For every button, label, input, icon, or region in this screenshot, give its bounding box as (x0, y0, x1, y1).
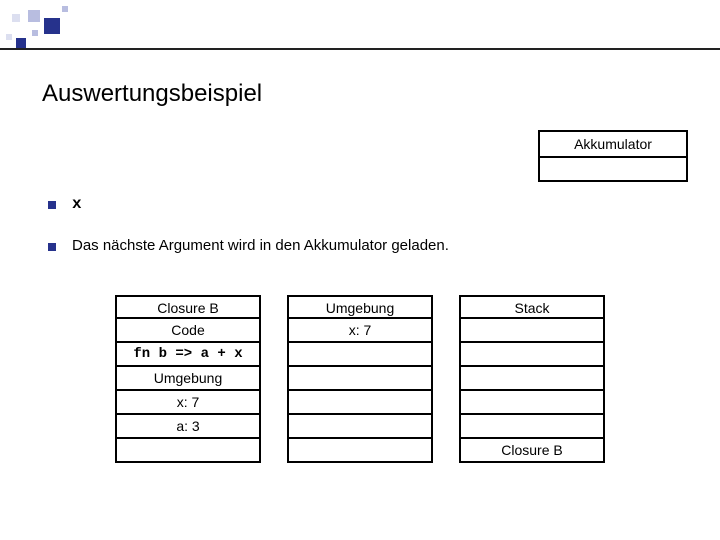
stack-header: Stack (459, 295, 605, 319)
bullet-list: x Das nächste Argument wird in den Akkum… (48, 195, 680, 278)
bullet-icon (48, 201, 56, 209)
closure-cell: Code (115, 319, 261, 343)
umgebung-cell (287, 343, 433, 367)
page-title: Auswertungsbeispiel (42, 80, 262, 108)
closure-column: Closure B Code fn b => a + x Umgebung x:… (115, 295, 261, 463)
stack-cell (459, 391, 605, 415)
umgebung-cell (287, 439, 433, 463)
tables-row: Closure B Code fn b => a + x Umgebung x:… (0, 295, 720, 463)
closure-cell: x: 7 (115, 391, 261, 415)
top-divider (0, 48, 720, 50)
bullet-icon (48, 243, 56, 251)
closure-cell (115, 439, 261, 463)
stack-cell (459, 343, 605, 367)
bullet-item: Das nächste Argument wird in den Akkumul… (48, 237, 680, 254)
umgebung-cell (287, 367, 433, 391)
bullet-text: Das nächste Argument wird in den Akkumul… (72, 237, 449, 254)
closure-cell: Umgebung (115, 367, 261, 391)
umgebung-cell (287, 391, 433, 415)
stack-cell (459, 319, 605, 343)
umgebung-column: Umgebung x: 7 (287, 295, 433, 463)
closure-cell: a: 3 (115, 415, 261, 439)
stack-cell (459, 367, 605, 391)
closure-code-cell: fn b => a + x (115, 343, 261, 367)
akkumulator-box: Akkumulator (538, 130, 688, 182)
corner-decoration (4, 4, 84, 54)
umgebung-cell: x: 7 (287, 319, 433, 343)
stack-column: Stack Closure B (459, 295, 605, 463)
stack-cell: Closure B (459, 439, 605, 463)
bullet-code: x (72, 195, 82, 213)
stack-cell (459, 415, 605, 439)
umgebung-cell (287, 415, 433, 439)
akkumulator-label: Akkumulator (540, 132, 686, 158)
akkumulator-value (540, 158, 686, 180)
bullet-item: x (48, 195, 680, 213)
closure-header: Closure B (115, 295, 261, 319)
umgebung-header: Umgebung (287, 295, 433, 319)
